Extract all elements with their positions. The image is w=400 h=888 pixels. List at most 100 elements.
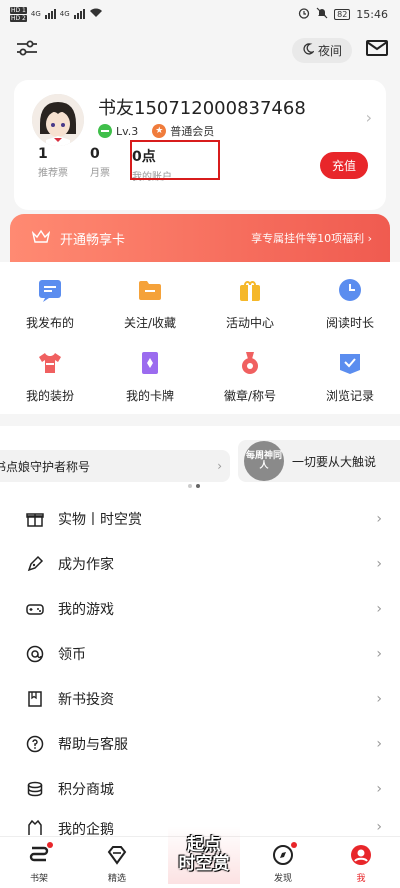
chevron-right-icon: › (376, 690, 382, 707)
top-bar: 夜间 (0, 28, 400, 72)
wifi-icon (89, 7, 103, 21)
grid-item-browse-history[interactable]: 浏览记录 (300, 349, 400, 404)
mail-icon[interactable] (366, 39, 388, 61)
night-mode-button[interactable]: 夜间 (291, 37, 352, 63)
sim-indicators: HD 1 HD 2 (10, 6, 27, 22)
feature-grid: 我发布的 关注/收藏 活动中心 阅读时长 我的装扮 我的卡牌 徽章/称号 浏览记… (0, 262, 400, 414)
night-mode-label: 夜间 (317, 43, 342, 58)
promo-badge-qidian-shikongshang[interactable]: 起点 时空赏 (168, 826, 240, 884)
signal-icon (44, 9, 56, 19)
recharge-button[interactable]: 充值 (319, 152, 368, 179)
stat-value: 0 (90, 146, 100, 162)
nav-discover[interactable]: 发现 (253, 842, 313, 884)
battery-indicator: 82 (334, 8, 351, 20)
net2-label: 4G (59, 10, 70, 18)
notification-dot (291, 842, 297, 848)
stat-monthly-tickets[interactable]: 0 月票 (90, 146, 110, 183)
book-invest-icon (26, 690, 44, 708)
crown-icon (31, 229, 51, 247)
avatar[interactable] (32, 94, 84, 146)
grid-label: 关注/收藏 (123, 316, 177, 330)
carousel-card-right[interactable]: 每周神同人 一切要从大触说 (238, 440, 400, 482)
grid-label: 我的装扮 (25, 389, 74, 403)
grid-item-follow-favorites[interactable]: 关注/收藏 (100, 276, 200, 331)
grid-item-my-posts[interactable]: 我发布的 (0, 276, 100, 331)
grid-item-my-cards[interactable]: 我的卡牌 (100, 349, 200, 404)
compass-icon (272, 844, 294, 869)
grid-item-badges-titles[interactable]: 徽章/称号 (200, 349, 300, 404)
promo-carousel[interactable]: 书点娘守护者称号 › 每周神同人 一切要从大触说 (0, 426, 400, 496)
highlight-annotation-box (130, 140, 220, 180)
star-icon: ★ (152, 124, 167, 138)
chevron-right-icon: › (217, 459, 222, 473)
carousel-card-left[interactable]: 书点娘守护者称号 › (0, 450, 230, 482)
moon-icon (302, 42, 315, 58)
vip-left: 开通畅享卡 (31, 229, 125, 248)
net1-label: 4G (30, 10, 41, 18)
nav-label: 发现 (273, 874, 292, 884)
bookshelf-icon (28, 844, 50, 869)
list-item-new-book-invest[interactable]: 新书投资 › (0, 676, 400, 721)
profile-card[interactable]: 书友150712000837468 Lv.3 ★ 普通会员 › 1 推荐票 0 … (14, 80, 386, 210)
pen-icon (26, 555, 44, 573)
grid-item-activity-center[interactable]: 活动中心 (200, 276, 300, 331)
list-item-points-mall[interactable]: 积分商城 › (0, 766, 400, 811)
status-right: 82 15:46 (298, 7, 388, 22)
list-label: 实物丨时空赏 (58, 511, 142, 528)
grid-label: 阅读时长 (325, 316, 374, 330)
nav-label: 精选 (107, 874, 126, 884)
list-label: 我的游戏 (58, 601, 114, 618)
chevron-right-icon: › (376, 600, 382, 617)
chevron-right-icon: › (376, 735, 382, 752)
level-badge[interactable]: Lv.3 (98, 123, 138, 139)
level-icon (98, 124, 112, 138)
carousel-dots (188, 484, 200, 488)
list-item-help-support[interactable]: 帮助与客服 › (0, 721, 400, 766)
chevron-right-icon: › (376, 555, 382, 572)
chevron-right-icon: › (367, 232, 372, 245)
stat-label: 推荐票 (38, 168, 68, 179)
promo-line1: 起点 (187, 835, 221, 855)
nav-label: 书架 (29, 874, 48, 884)
list-item-claim-coins[interactable]: 领币 › (0, 631, 400, 676)
top-bar-right: 夜间 (291, 37, 388, 63)
list-item-gifts[interactable]: 实物丨时空赏 › (0, 496, 400, 541)
help-icon (26, 735, 44, 753)
bottom-nav: 书架 精选 发现 我 起点 时空赏 (0, 826, 400, 888)
medal-icon (236, 349, 264, 377)
list-item-become-author[interactable]: 成为作家 › (0, 541, 400, 586)
menu-list: 实物丨时空赏 › 成为作家 › 我的游戏 › 领币 › 新书投资 › 帮助与客服 (0, 496, 400, 847)
list-item-my-games[interactable]: 我的游戏 › (0, 586, 400, 631)
grid-item-my-outfits[interactable]: 我的装扮 (0, 349, 100, 404)
carousel-right-text: 一切要从大触说 (292, 454, 377, 469)
member-label: 普通会员 (170, 125, 215, 138)
carousel-left-text: 书点娘守护者称号 (0, 459, 91, 474)
vip-banner[interactable]: 开通畅享卡 享专属挂件等10项福利 › (10, 214, 390, 262)
grid-label: 我发布的 (25, 316, 74, 330)
status-bar: HD 1 HD 2 4G 4G 82 15:46 (0, 0, 400, 28)
stat-recommend-tickets[interactable]: 1 推荐票 (38, 146, 68, 183)
list-label: 成为作家 (58, 556, 114, 573)
carousel-badge-circle: 每周神同人 (244, 441, 284, 481)
member-badge[interactable]: ★ 普通会员 (152, 123, 214, 139)
nav-bookshelf[interactable]: 书架 (9, 842, 69, 884)
grid-label: 活动中心 (225, 316, 274, 330)
grid-label: 浏览记录 (325, 389, 374, 403)
nav-label: 我 (356, 874, 366, 884)
sim1-label: HD 1 (10, 6, 27, 14)
post-icon (36, 276, 64, 304)
nav-me[interactable]: 我 (331, 844, 391, 884)
penguin-icon (26, 819, 44, 837)
clock-icon (336, 276, 364, 304)
nav-featured[interactable]: 精选 (87, 844, 147, 884)
gift-box-icon (236, 276, 264, 304)
card-icon (136, 349, 164, 377)
grid-label: 徽章/称号 (223, 389, 277, 403)
grid-label: 我的卡牌 (125, 389, 174, 403)
grid-item-reading-time[interactable]: 阅读时长 (300, 276, 400, 331)
list-label: 帮助与客服 (58, 736, 128, 753)
mute-icon (316, 7, 328, 22)
stat-label: 月票 (90, 168, 110, 179)
chevron-right-icon[interactable]: › (366, 108, 372, 127)
settings-sliders-icon[interactable] (16, 39, 38, 61)
